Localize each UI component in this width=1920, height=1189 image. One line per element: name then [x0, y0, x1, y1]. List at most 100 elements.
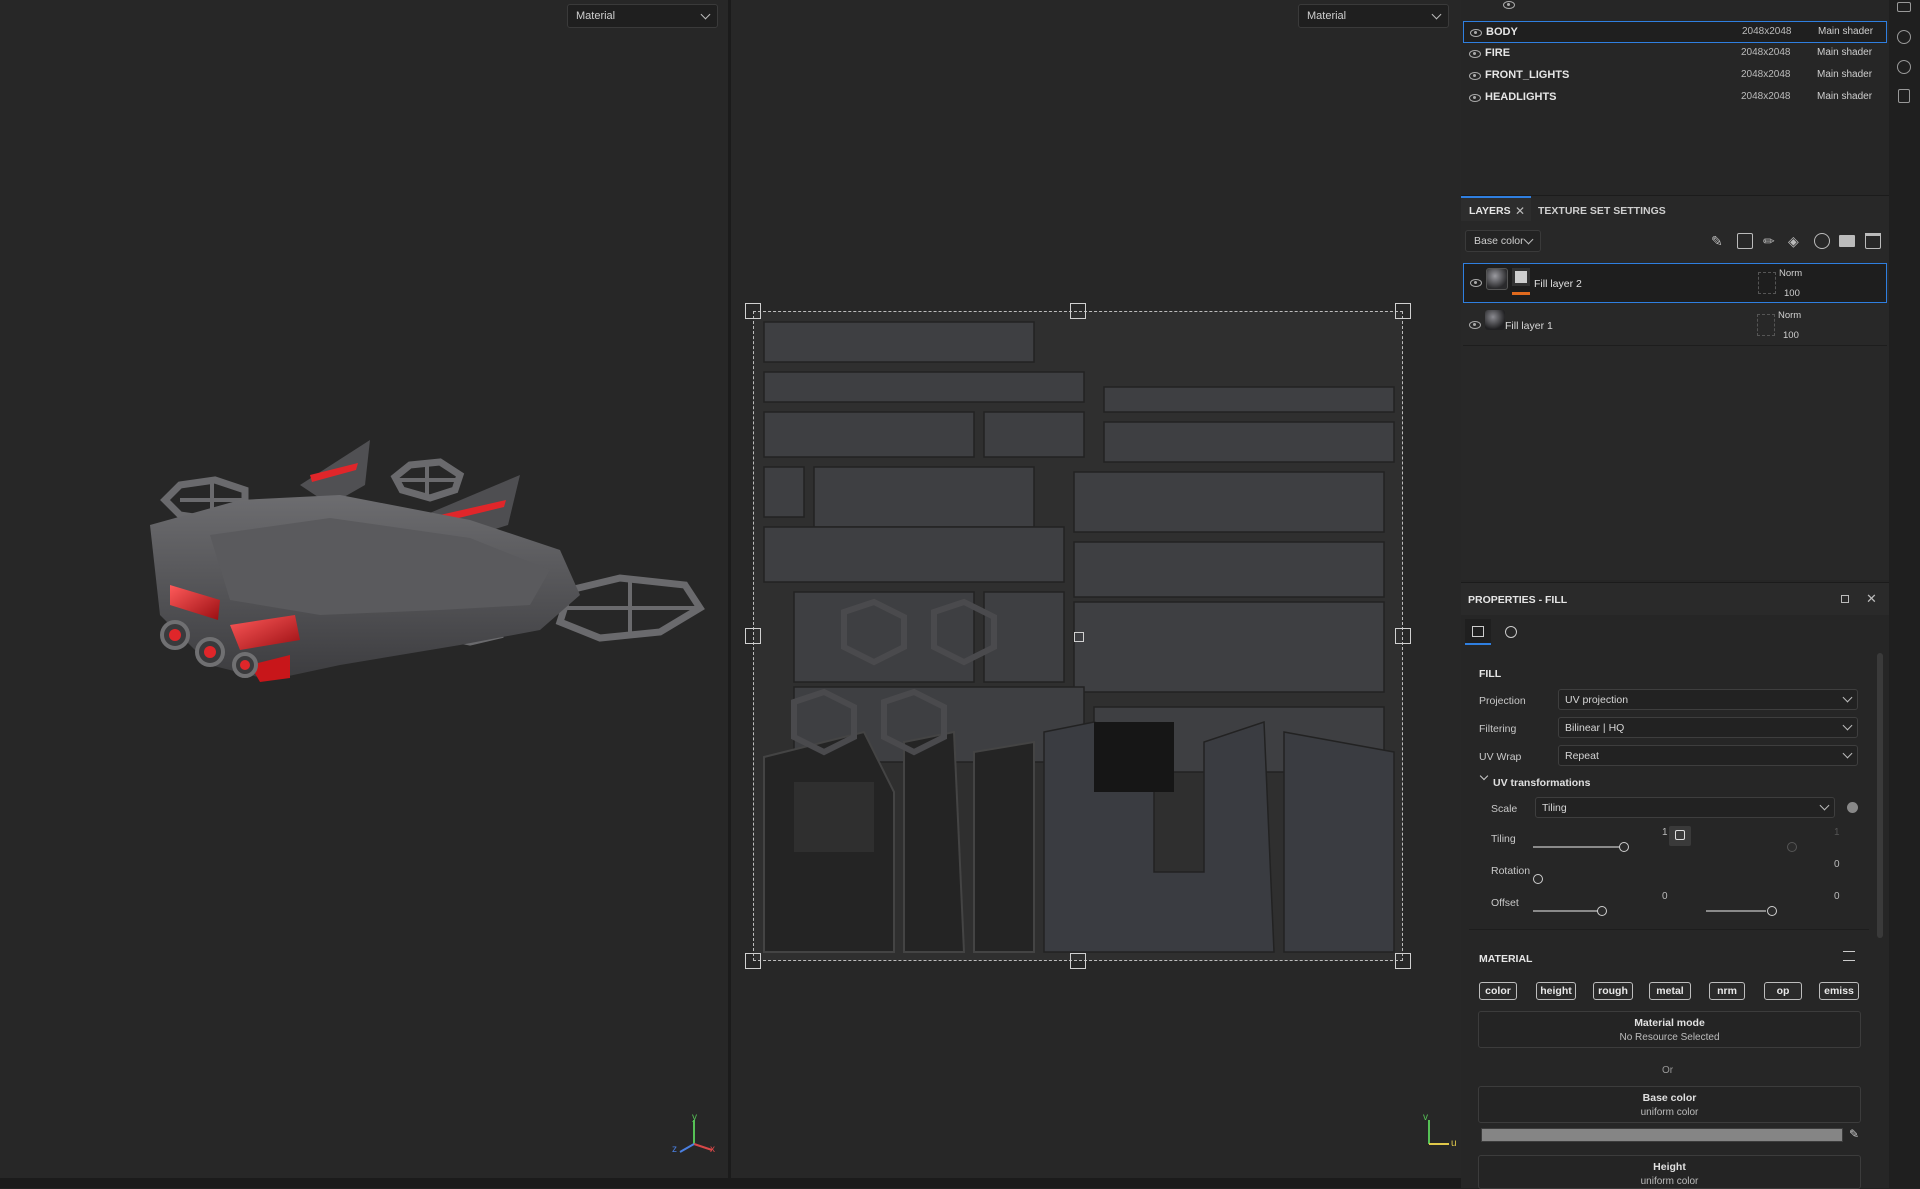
texture-set-row[interactable]: BODY 2048x2048 Main shader	[1463, 21, 1887, 43]
material-mode-value: No Resource Selected	[1619, 1032, 1720, 1043]
eye-icon[interactable]	[1470, 29, 1482, 37]
rotation-slider-knob[interactable]	[1533, 874, 1543, 884]
ship-model	[150, 440, 705, 682]
offset-value-2: 0	[1834, 891, 1840, 902]
eye-icon[interactable]	[1469, 50, 1481, 58]
chip-label: metal	[1656, 985, 1684, 997]
log-icon[interactable]	[1898, 89, 1910, 103]
scale-dropdown[interactable]: Tiling	[1535, 797, 1835, 818]
opacity-value[interactable]: 100	[1783, 330, 1799, 341]
projection-dropdown[interactable]: UV projection	[1558, 689, 1858, 710]
uv-handle-center[interactable]	[1074, 632, 1084, 642]
viewport-2d[interactable]: Material v u	[731, 0, 1461, 1178]
trash-icon[interactable]	[1865, 233, 1881, 249]
tiling-slider-1-knob[interactable]	[1619, 842, 1629, 852]
history-icon[interactable]	[1897, 60, 1911, 74]
offset-slider-1-track[interactable]	[1533, 910, 1603, 912]
uvwrap-dropdown[interactable]: Repeat	[1558, 745, 1858, 766]
tiling-slider-2-knob[interactable]	[1787, 842, 1797, 852]
eye-icon[interactable]	[1469, 321, 1481, 329]
properties-tab-settings[interactable]	[1465, 619, 1491, 645]
base-color-box[interactable]: Base color uniform color	[1478, 1086, 1861, 1123]
add-effect-icon[interactable]: ✎	[1711, 233, 1727, 249]
fill-layer-icon[interactable]: ◈	[1788, 233, 1804, 249]
uv-handle-bottom-left[interactable]	[745, 953, 761, 969]
uv-handle-left[interactable]	[745, 628, 761, 644]
axis-z-label: z	[672, 1144, 677, 1155]
uv-handle-top[interactable]	[1070, 303, 1086, 319]
chip-label: nrm	[1717, 985, 1737, 997]
texture-set-shader: Main shader	[1817, 91, 1873, 102]
eye-icon[interactable]	[1469, 72, 1481, 80]
eye-icon[interactable]	[1469, 94, 1481, 102]
channel-chip-color[interactable]: color	[1479, 982, 1517, 1000]
filtering-dropdown[interactable]: Bilinear | HQ	[1558, 717, 1858, 738]
eye-icon[interactable]	[1470, 279, 1482, 287]
base-color-sub: uniform color	[1640, 1107, 1699, 1118]
display-settings-icon[interactable]	[1897, 2, 1911, 12]
chevron-down-icon	[1842, 720, 1853, 731]
add-mask-icon[interactable]	[1737, 233, 1753, 249]
properties-scrollbar[interactable]	[1877, 653, 1883, 938]
close-icon[interactable]: ✕	[1866, 591, 1877, 607]
tiling-slider-1-track[interactable]	[1533, 846, 1621, 848]
uv-transform-chevron-icon[interactable]	[1479, 771, 1489, 781]
opacity-value[interactable]: 100	[1784, 288, 1800, 299]
channel-chip-nrm[interactable]: nrm	[1709, 982, 1745, 1000]
viewport-3d-material-dropdown[interactable]: Material	[567, 4, 718, 28]
texture-set-row[interactable]: FIRE 2048x2048 Main shader	[1463, 43, 1887, 65]
paint-layer-icon[interactable]: ✏	[1763, 233, 1779, 249]
lock-button[interactable]	[1669, 826, 1691, 846]
material-sphere-icon[interactable]	[1505, 626, 1517, 638]
channel-chip-metal[interactable]: metal	[1649, 982, 1691, 1000]
channel-chip-op[interactable]: op	[1764, 982, 1802, 1000]
blend-mode[interactable]: Norm	[1779, 268, 1802, 279]
offset-slider-2-track[interactable]	[1706, 910, 1766, 912]
axis-y-label: y	[692, 1112, 697, 1123]
uv-handle-top-left[interactable]	[745, 303, 761, 319]
offset-slider-1-knob[interactable]	[1597, 906, 1607, 916]
visibility-icon[interactable]	[1503, 1, 1515, 9]
height-sub: uniform color	[1640, 1176, 1699, 1187]
channel-chip-height[interactable]: height	[1536, 982, 1576, 1000]
channel-chip-emiss[interactable]: emiss	[1819, 982, 1859, 1000]
offset-value-1: 0	[1662, 891, 1668, 902]
offset-slider-2-knob[interactable]	[1767, 906, 1777, 916]
material-mode-box[interactable]: Material mode No Resource Selected	[1478, 1011, 1861, 1048]
eyedropper-icon[interactable]: ✎	[1849, 1127, 1859, 1141]
viewport-3d[interactable]: Material y x z	[0, 0, 728, 1178]
height-box[interactable]: Height uniform color	[1478, 1155, 1861, 1189]
viewport-2d-material-dropdown[interactable]: Material	[1298, 4, 1449, 28]
uv-tile[interactable]	[745, 303, 1411, 969]
texture-set-shader: Main shader	[1817, 69, 1873, 80]
uv-transformations-title[interactable]: UV transformations	[1493, 777, 1590, 789]
uv-handle-top-right[interactable]	[1395, 303, 1411, 319]
channel-dropdown[interactable]: Base color	[1465, 230, 1541, 252]
right-icon-bar	[1889, 0, 1920, 1188]
texture-set-row[interactable]: HEADLIGHTS 2048x2048 Main shader	[1463, 87, 1887, 109]
uv-handle-right[interactable]	[1395, 628, 1411, 644]
rotation-value: 0	[1834, 859, 1840, 870]
base-color-swatch[interactable]	[1481, 1128, 1843, 1142]
smart-material-icon[interactable]	[1814, 233, 1830, 249]
mask-indicator	[1512, 292, 1530, 295]
shader-settings-icon[interactable]	[1897, 30, 1911, 44]
filtering-label: Filtering	[1479, 723, 1517, 735]
uv-handle-bottom[interactable]	[1070, 953, 1086, 969]
undock-icon[interactable]	[1841, 595, 1849, 603]
info-icon[interactable]	[1847, 802, 1858, 813]
tab-texture-set-settings[interactable]: TEXTURE SET SETTINGS	[1538, 205, 1666, 217]
texture-set-row[interactable]: FRONT_LIGHTS 2048x2048 Main shader	[1463, 65, 1887, 87]
layers-tab[interactable]: LAYERS ✕	[1461, 196, 1531, 221]
layer-row[interactable]: Fill layer 1 Norm 100	[1463, 306, 1887, 346]
or-separator: Or	[1662, 1065, 1674, 1076]
tiling-value-2: 1	[1834, 827, 1840, 838]
channel-chip-rough[interactable]: rough	[1593, 982, 1633, 1000]
close-icon[interactable]: ✕	[1515, 204, 1525, 218]
list-menu-icon[interactable]	[1843, 951, 1855, 961]
uv-handle-bottom-right[interactable]	[1395, 953, 1411, 969]
chevron-down-icon	[1842, 748, 1853, 759]
folder-icon[interactable]	[1839, 235, 1855, 247]
layer-row[interactable]: Fill layer 2 Norm 100	[1463, 263, 1887, 303]
blend-mode[interactable]: Norm	[1778, 310, 1801, 321]
